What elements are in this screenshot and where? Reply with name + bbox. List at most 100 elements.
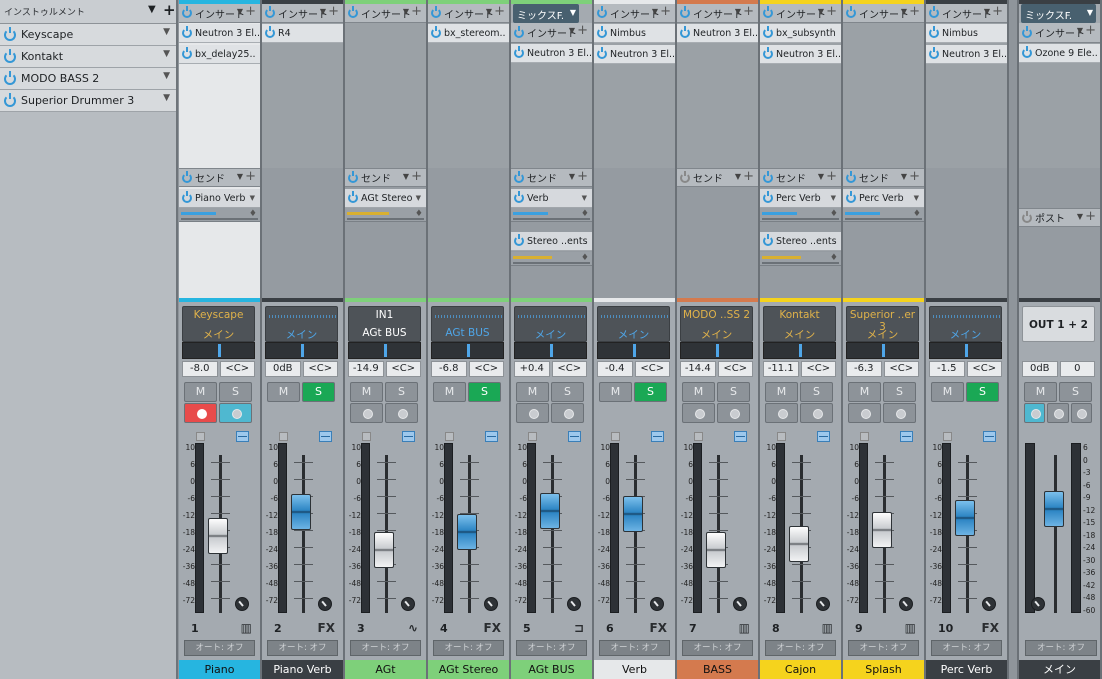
pan-slider[interactable] [514, 342, 587, 359]
power-icon[interactable] [348, 6, 358, 18]
solo-button[interactable]: S [385, 382, 418, 402]
volume-fader[interactable] [457, 514, 477, 550]
monitor-button[interactable] [551, 403, 584, 423]
output-label[interactable]: メイン [930, 327, 1001, 342]
instrument-item[interactable]: MODO BASS 2 ▼ [0, 68, 176, 90]
volume-value[interactable]: -14.4 [680, 361, 716, 377]
volume-fader[interactable] [789, 526, 809, 562]
send-slot[interactable]: AGt Stereo ▼ [345, 189, 426, 208]
channel-name[interactable]: AGt [345, 660, 426, 679]
peak-indicator[interactable] [528, 432, 537, 441]
send-slot[interactable]: Stereo ..ents [511, 232, 592, 251]
send-slot[interactable]: Perc Verb ▼ [843, 189, 924, 208]
volume-value[interactable]: -14.9 [348, 361, 384, 377]
expand-icon[interactable] [568, 431, 581, 442]
insert-header[interactable]: インサート ▼ + [179, 4, 260, 23]
automation-button[interactable]: オート: オフ [599, 640, 670, 656]
pan-slider[interactable] [597, 342, 670, 359]
mix-fx-tab[interactable]: ミックスF. ▼ [1021, 4, 1096, 23]
pre-post-icon[interactable]: ♦ [581, 253, 589, 263]
channel-name[interactable]: Verb [594, 660, 675, 679]
peak-indicator[interactable] [196, 432, 205, 441]
peak-indicator[interactable] [362, 432, 371, 441]
power-icon[interactable] [1022, 210, 1032, 223]
solo-button[interactable]: S [966, 382, 999, 402]
power-icon[interactable] [4, 26, 16, 41]
expand-icon[interactable] [817, 431, 830, 442]
output-label[interactable]: メイン [598, 327, 669, 342]
record-button[interactable] [682, 403, 715, 423]
expand-icon[interactable] [402, 431, 415, 442]
chevron-down-icon[interactable]: ▼ [237, 7, 243, 16]
send-level-slider[interactable]: ♦ [760, 208, 841, 222]
power-icon[interactable] [763, 6, 773, 18]
input-gain-knob[interactable] [816, 597, 830, 611]
power-icon[interactable] [514, 234, 524, 246]
power-icon[interactable] [514, 191, 524, 203]
expand-icon[interactable] [485, 431, 498, 442]
insert-header[interactable]: インサート ▼ + [1019, 23, 1100, 43]
volume-fader[interactable] [208, 518, 228, 554]
automation-button[interactable]: オート: オフ [848, 640, 919, 656]
record-button[interactable] [848, 403, 881, 423]
insert-header[interactable]: インサート ▼ + [594, 4, 675, 23]
pan-slider[interactable] [846, 342, 919, 359]
solo-button[interactable]: S [800, 382, 833, 402]
power-icon[interactable] [597, 47, 607, 59]
instrument-item[interactable]: Keyscape ▼ [0, 24, 176, 46]
add-post-icon[interactable]: + [1085, 209, 1096, 224]
solo-button[interactable]: S [883, 382, 916, 402]
volume-fader[interactable] [623, 496, 643, 532]
input-gain-knob[interactable] [484, 597, 498, 611]
chevron-down-icon[interactable]: ▼ [486, 7, 492, 16]
power-icon[interactable] [597, 26, 607, 38]
insert-slot[interactable]: R4 [262, 24, 343, 43]
volume-value[interactable]: 0dB [265, 361, 301, 377]
add-insert-icon[interactable]: + [909, 4, 920, 19]
output-label[interactable]: OUT 1 + 2 [1023, 319, 1094, 331]
record-button[interactable] [765, 403, 798, 423]
insert-slot[interactable]: bx_delay25.. [179, 45, 260, 64]
send-header[interactable]: センド ▼ + [511, 168, 592, 187]
chevron-down-icon[interactable]: ▼ [901, 7, 907, 16]
peak-indicator[interactable] [860, 432, 869, 441]
io-selector[interactable]: MODO ..SS 2 メイン [680, 306, 753, 342]
link-button[interactable] [1070, 403, 1092, 423]
chevron-down-icon[interactable]: ▼ [1087, 8, 1093, 17]
automation-button[interactable]: オート: オフ [931, 640, 1002, 656]
io-selector[interactable]: IN1 AGt BUS [348, 306, 421, 342]
io-selector[interactable]: Keyscape メイン [182, 306, 255, 342]
pre-post-icon[interactable]: ♦ [249, 209, 257, 219]
power-icon[interactable] [763, 234, 773, 246]
monitor-button[interactable] [385, 403, 418, 423]
insert-header[interactable]: インサート ▼ + [428, 4, 509, 23]
power-icon[interactable] [846, 170, 856, 183]
chevron-down-icon[interactable]: ▼ [163, 93, 170, 103]
volume-value[interactable]: -1.5 [929, 361, 965, 377]
channel-name[interactable]: Splash [843, 660, 924, 679]
power-icon[interactable] [597, 6, 607, 18]
insert-header[interactable]: インサート ▼ + [677, 4, 758, 23]
add-insert-icon[interactable]: + [992, 4, 1003, 19]
output-label[interactable]: メイン [764, 327, 835, 342]
insert-slot[interactable]: Neutron 3 El.. [511, 44, 592, 63]
insert-header[interactable]: インサート ▼ + [262, 4, 343, 23]
power-icon[interactable] [265, 26, 275, 38]
pan-slider[interactable] [763, 342, 836, 359]
chevron-down-icon[interactable]: ▼ [1077, 26, 1083, 35]
power-icon[interactable] [680, 6, 690, 18]
automation-button[interactable]: オート: オフ [350, 640, 421, 656]
power-icon[interactable] [514, 25, 524, 38]
pan-value[interactable]: <C> [883, 361, 919, 377]
pan-value[interactable]: <C> [800, 361, 836, 377]
input-gain-knob[interactable] [318, 597, 332, 611]
automation-button[interactable]: オート: オフ [516, 640, 587, 656]
power-icon[interactable] [182, 6, 192, 18]
input-gain-knob[interactable] [401, 597, 415, 611]
input-gain-knob[interactable] [899, 597, 913, 611]
add-insert-icon[interactable]: + [328, 4, 339, 19]
insert-slot[interactable]: Ozone 9 Ele.. [1019, 44, 1100, 63]
send-level-slider[interactable]: ♦ [179, 208, 260, 222]
chevron-down-icon[interactable]: ▼ [237, 172, 243, 181]
peak-indicator[interactable] [777, 432, 786, 441]
